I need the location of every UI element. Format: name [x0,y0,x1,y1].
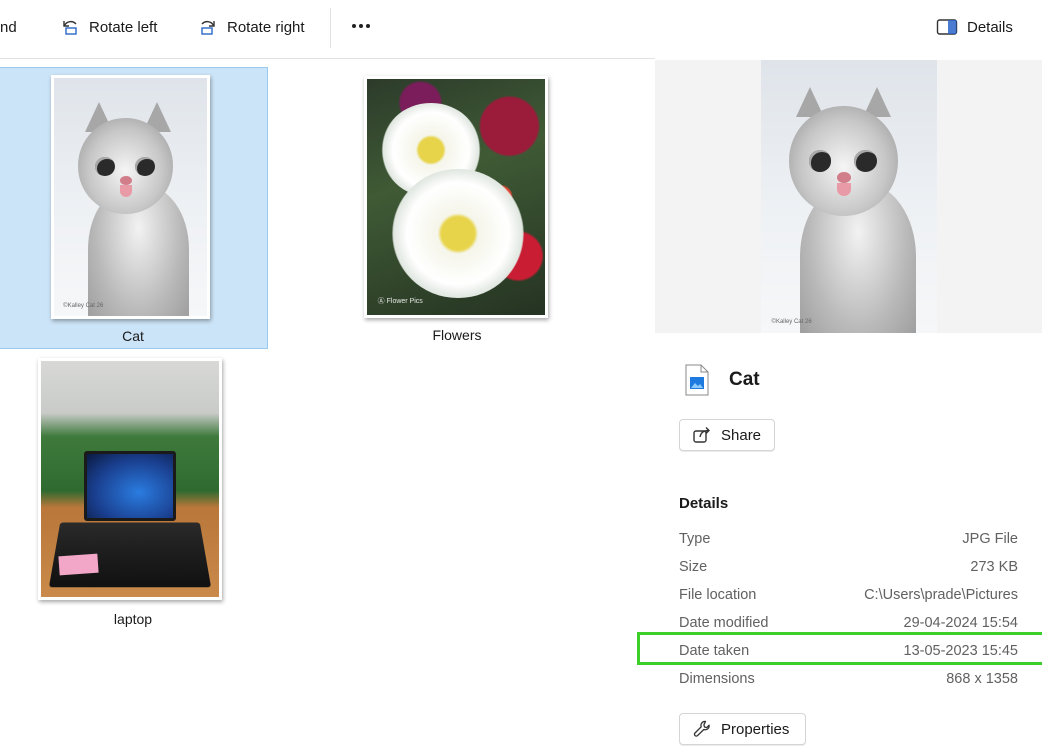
see-more-button[interactable] [348,12,374,40]
cat-thumbnail: ©Kalley Cat 26 [51,75,210,319]
detail-row-file-location: File location C:\Users\prade\Pictures [679,585,1018,607]
detail-key: Type [679,531,711,547]
preview-watermark: ©Kalley Cat 26 [771,318,812,325]
file-tile-laptop[interactable]: laptop [0,355,268,637]
share-label: Share [721,426,762,444]
date-taken-highlight-box [637,632,1042,665]
wrench-icon [693,720,710,737]
detail-key: File location [679,587,757,603]
file-name-label: Flowers [432,327,482,343]
rotate-right-button[interactable]: Rotate right [198,14,305,40]
details-label: Details [967,18,1013,36]
detail-row-dimensions: Dimensions 868 x 1358 [679,669,1018,691]
partial-command-button[interactable]: nd [0,14,17,40]
file-tile-flowers[interactable]: Ⓐ Flower Pics Flowers [322,67,592,349]
selected-file-name: Cat [729,369,760,390]
detail-key: Date modified [679,615,769,631]
file-name-label: laptop [113,611,153,627]
rotate-left-label: Rotate left [89,18,158,36]
detail-value: 29-04-2024 15:54 [903,615,1019,631]
more-dot-icon [352,24,356,28]
image-preview: ©Kalley Cat 26 [655,60,1042,333]
command-bar: nd Rotate left Rotate right Details [0,0,1042,59]
more-dot-icon [366,24,370,28]
share-icon [693,427,710,443]
rotate-left-icon [63,20,77,35]
rotate-right-label: Rotate right [227,18,305,36]
details-pane-icon [936,19,958,35]
rotate-right-icon [201,20,215,35]
properties-label: Properties [721,720,790,738]
rotate-left-button[interactable]: Rotate left [60,14,157,40]
file-tile-cat[interactable]: ©Kalley Cat 26 Cat [0,67,268,349]
properties-button[interactable]: Properties [679,713,806,745]
flowers-thumbnail: Ⓐ Flower Pics [364,76,548,318]
detail-row-size: Size 273 KB [679,557,1018,579]
laptop-thumbnail [38,358,222,600]
file-name-label: Cat [122,328,144,344]
image-file-icon [685,364,709,396]
detail-row-type: Type JPG File [679,529,1018,551]
more-dot-icon [359,24,363,28]
share-button[interactable]: Share [679,419,775,451]
detail-value: C:\Users\prade\Pictures [864,587,1018,603]
detail-key: Size [679,559,708,575]
cat-thumbnail-watermark: ©Kalley Cat 26 [63,302,104,309]
details-section-title: Details [679,495,729,512]
toolbar-divider [330,8,331,48]
detail-value: JPG File [962,531,1018,547]
detail-value: 273 KB [970,559,1018,575]
detail-key: Dimensions [679,671,755,687]
details-pane-toggle[interactable]: Details [936,14,1013,40]
detail-value: 868 x 1358 [946,671,1018,687]
partial-command-label: nd [0,18,17,36]
